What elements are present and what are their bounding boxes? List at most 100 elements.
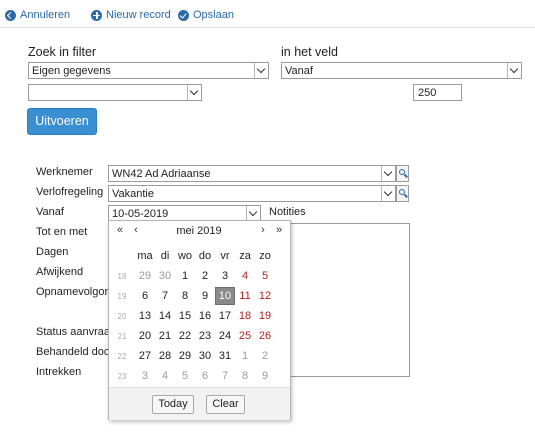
calendar-day[interactable]: 22 (175, 327, 195, 345)
calendar-day[interactable]: 11 (235, 287, 255, 305)
today-button[interactable]: Today (152, 395, 194, 414)
save-label: Opslaan (193, 9, 234, 21)
calendar-day[interactable]: 29 (135, 267, 155, 285)
calendar-day[interactable]: 25 (235, 327, 255, 345)
from-label: Vanaf (36, 206, 64, 218)
calendar-day[interactable]: 31 (215, 347, 235, 365)
lookup-search-icon (399, 169, 405, 175)
calendar-day[interactable]: 13 (135, 307, 155, 325)
weekday-header: di (160, 250, 170, 262)
calendar-day[interactable]: 19 (255, 307, 275, 325)
search-filter-select[interactable]: Eigen gegevens (28, 62, 269, 79)
prev-year-button[interactable]: « (113, 224, 127, 236)
calendar-day[interactable]: 8 (235, 367, 255, 385)
calendar-day[interactable]: 6 (195, 367, 215, 385)
employee-value: WN42 Ad Adriaanse (112, 168, 211, 180)
employee-label: Werknemer (36, 166, 93, 178)
calendar-day[interactable]: 23 (195, 327, 215, 345)
weekday-header: za (239, 250, 251, 262)
days-label: Dagen (36, 246, 69, 258)
clear-button[interactable]: Clear (206, 395, 245, 414)
calendar-day[interactable]: 17 (215, 307, 235, 325)
calendar-day[interactable]: 24 (215, 327, 235, 345)
calendar-day-selected[interactable]: 10 (215, 287, 235, 305)
run-button[interactable]: Uitvoeren (27, 108, 97, 135)
employee-select[interactable]: WN42 Ad Adriaanse (108, 165, 396, 182)
leave-scheme-select[interactable]: Vakantie (108, 185, 396, 202)
save-button[interactable]: Opslaan (178, 7, 234, 23)
week-number: 20 (117, 312, 127, 321)
calendar-day[interactable]: 12 (255, 287, 275, 305)
handled-by-label: Behandeld door (36, 346, 114, 358)
calendar-day[interactable]: 16 (195, 307, 215, 325)
week-number: 19 (117, 292, 127, 301)
calendar-day[interactable]: 8 (175, 287, 195, 305)
calendar-day[interactable]: 2 (255, 347, 275, 365)
search-filter-value: Eigen gegevens (32, 65, 111, 77)
calendar-day[interactable]: 3 (215, 267, 235, 285)
calendar-day[interactable]: 28 (155, 347, 175, 365)
calendar-day[interactable]: 1 (175, 267, 195, 285)
calendar-day[interactable]: 21 (155, 327, 175, 345)
week-number: 22 (117, 352, 127, 361)
withdraw-label: Intrekken (36, 366, 82, 378)
chevron-down-icon (381, 186, 395, 201)
calendar-day[interactable]: 6 (135, 287, 155, 305)
new-record-label: Nieuw record (106, 9, 171, 21)
second-filter-select[interactable] (28, 84, 202, 101)
field-value: Vanaf (285, 65, 313, 77)
calendar-day[interactable]: 9 (195, 287, 215, 305)
week-number: 23 (117, 372, 127, 381)
deviating-label: Afwijkend (36, 266, 84, 278)
week-number: 21 (117, 332, 127, 341)
leave-scheme-lookup-button[interactable] (396, 185, 409, 202)
calendar-day[interactable]: 5 (255, 267, 275, 285)
order-label: Opnamevolgorde (36, 286, 108, 298)
plus-icon (91, 9, 102, 21)
prev-month-button[interactable]: ‹ (129, 224, 143, 236)
from-date-value: 10-05-2019 (112, 208, 169, 220)
calendar-day[interactable]: 27 (135, 347, 155, 365)
calendar-day[interactable]: 3 (135, 367, 155, 385)
weekday-header: zo (259, 250, 271, 262)
status-label: Status aanvraag (36, 326, 117, 338)
calendar-day[interactable]: 4 (235, 267, 255, 285)
month-title[interactable]: mei 2019 (149, 225, 249, 237)
chevron-down-icon (187, 85, 201, 100)
next-month-button[interactable]: › (256, 224, 270, 236)
calendar-day[interactable]: 18 (235, 307, 255, 325)
calendar-day[interactable]: 7 (155, 287, 175, 305)
chevron-down-icon (507, 63, 521, 78)
cancel-button[interactable]: Annuleren (5, 7, 70, 23)
next-year-button[interactable]: » (272, 224, 286, 236)
calendar-day[interactable]: 9 (255, 367, 275, 385)
date-picker-footer: Today Clear (109, 387, 290, 420)
until-label: Tot en met (36, 226, 88, 238)
back-arrow-icon (5, 9, 16, 21)
date-picker-header: « ‹ mei 2019 › » (109, 221, 290, 243)
weekday-header: ma (137, 250, 153, 262)
calendar-day[interactable]: 1 (235, 347, 255, 365)
chevron-down-icon (254, 63, 268, 78)
search-filter-label: Zoek in filter (28, 45, 97, 59)
calendar-day[interactable]: 26 (255, 327, 275, 345)
new-record-button[interactable]: Nieuw record (91, 7, 171, 23)
field-select[interactable]: Vanaf (281, 62, 522, 79)
calendar-day[interactable]: 15 (175, 307, 195, 325)
calendar-day[interactable]: 2 (195, 267, 215, 285)
weekday-header: do (198, 250, 212, 262)
weekday-header: vr (220, 250, 230, 262)
calendar-day[interactable]: 20 (135, 327, 155, 345)
calendar-day[interactable]: 7 (215, 367, 235, 385)
amount-input[interactable]: 250 (413, 84, 462, 101)
chevron-down-icon (246, 206, 260, 221)
calendar-day[interactable]: 5 (175, 367, 195, 385)
calendar-day[interactable]: 30 (155, 267, 175, 285)
calendar-day[interactable]: 14 (155, 307, 175, 325)
employee-lookup-button[interactable] (396, 165, 409, 182)
calendar-day[interactable]: 4 (155, 367, 175, 385)
notes-label: Notities (269, 206, 306, 218)
calendar-day[interactable]: 30 (195, 347, 215, 365)
weekday-header: wo (177, 250, 193, 262)
calendar-day[interactable]: 29 (175, 347, 195, 365)
